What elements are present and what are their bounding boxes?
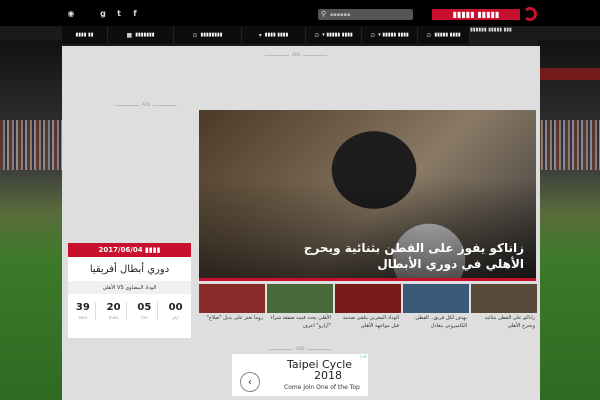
search-box: ⚲: [318, 9, 413, 20]
timer-hours: 05 hrs: [132, 302, 158, 320]
thumbnail-caption: روما تعثر على بديل "صلاح": [206, 315, 263, 321]
social-links: ◉ g t f: [63, 7, 143, 19]
ad-subtext: Come Join One of the Top: [284, 384, 360, 391]
nav-label: ▮▮▮▮ ▮▮: [75, 32, 94, 38]
nav-label: ▾ ▮▮▮▮▮ ▮▮▮▮: [378, 32, 409, 38]
nav-label: ▮▮▮▮▮▮▮▮: [200, 32, 223, 38]
thumbnail-item[interactable]: الأهلي يحدد قيمة صفقة شراء "أزارو" اعرف: [267, 284, 333, 334]
site-logo[interactable]: ▮▮▮▮▮ ▮▮▮▮▮: [432, 5, 537, 25]
search-icon[interactable]: ⚲: [321, 10, 326, 18]
apple-icon[interactable]: [79, 7, 95, 19]
nav-item-5[interactable]: ⊙ ▾ ▮▮▮▮▮ ▮▮▮▮: [306, 26, 362, 44]
timer-days: 00 أيام: [168, 302, 183, 320]
countdown-match: الأهلي VS الوداد البيضاوي: [68, 281, 191, 294]
google-plus-icon[interactable]: g: [95, 7, 111, 19]
clock-icon: ⊙: [192, 31, 198, 39]
ad-label-middle: ADS: [112, 102, 180, 107]
bottom-ad-banner[interactable]: ▷✕ ‹ Taipei Cycle 2018 Come Join One of …: [232, 354, 368, 396]
twitter-icon[interactable]: t: [111, 7, 127, 19]
thumbnail-item[interactable]: الوداد المغربي يتلقى صدمة قبل مواجهة الأ…: [335, 284, 401, 334]
clock-icon: ⊙: [314, 31, 320, 39]
timer-seconds: 39 secs: [70, 302, 97, 320]
hero-title[interactable]: زاناكو يفوز على القطن بثنائية ويحرج الأه…: [264, 240, 524, 272]
logo-text: ▮▮▮▮▮ ▮▮▮▮▮: [432, 9, 520, 20]
thumbnail-image: [335, 284, 401, 313]
hero-slider[interactable]: زاناكو يفوز على القطن بثنائية ويحرج الأه…: [199, 110, 536, 280]
nav-item-7[interactable]: ⊙ ▮▮▮▮▮ ▮▮▮▮: [418, 26, 470, 44]
thumbnail-caption: زاناكو على القطن بثنائية ويحرج الأهلي: [484, 315, 535, 329]
ad-label-top: ADS: [262, 52, 330, 57]
facebook-icon[interactable]: f: [127, 7, 143, 19]
thumbnail-caption: الأهلي يحدد قيمة صفقة شراء "أزارو" اعرف: [270, 315, 331, 329]
chevron-down-icon: ▾: [258, 31, 262, 39]
thumbnail-strip: روما تعثر على بديل "صلاح" الأهلي يحدد قي…: [199, 284, 537, 334]
nav-item-2[interactable]: ■ ▮▮▮▮▮▮▮: [108, 26, 174, 44]
background-stadium-right: [538, 40, 600, 400]
thumbnail-item[interactable]: بهدف لكل فريق.. القطن الكاميروني يتعادل: [403, 284, 469, 334]
ad-year: 2018: [314, 369, 342, 382]
match-countdown: 2017/06/04 ▮▮▮▮ دوري أبطال أفريقيا الأهل…: [68, 243, 191, 338]
thumbnail-image: [267, 284, 333, 313]
countdown-title[interactable]: دوري أبطال أفريقيا: [68, 257, 191, 281]
timer-minutes: 20 mins: [101, 302, 128, 320]
countdown-timer: 39 secs 20 mins 05 hrs 00 أيام: [68, 294, 191, 320]
thumbnail-item[interactable]: روما تعثر على بديل "صلاح": [199, 284, 265, 334]
clock-icon: ⊙: [370, 31, 376, 39]
thumbnail-caption: الوداد المغربي يتلقى صدمة قبل مواجهة الأ…: [342, 315, 399, 329]
stadium-red-band: [538, 68, 600, 80]
thumbnail-image: [471, 284, 537, 313]
ad-choices-icon[interactable]: ▷✕: [361, 354, 367, 359]
nav-item-3[interactable]: ⊙ ▮▮▮▮▮▮▮▮: [174, 26, 242, 44]
clock-icon: ⊙: [426, 31, 432, 39]
nav-label: ▮▮▮▮▮▮▮: [135, 32, 155, 38]
thumbnail-image: [403, 284, 469, 313]
ad-label-bottom: ADS: [266, 346, 334, 351]
chevron-left-icon[interactable]: ‹: [240, 372, 260, 392]
main-nav: ▮▮▮▮ ▮▮ ■ ▮▮▮▮▮▮▮ ⊙ ▮▮▮▮▮▮▮▮ ▾ ▮▮▮▮ ▮▮▮▮ ⊙ ▾…: [62, 26, 538, 44]
nav-item-1[interactable]: ▮▮▮▮ ▮▮: [62, 26, 108, 44]
thumbnail-item[interactable]: زاناكو على القطن بثنائية ويحرج الأهلي: [471, 284, 537, 334]
nav-label: ▾ ▮▮▮▮▮ ▮▮▮▮: [322, 32, 353, 38]
site-header: ◉ g t f ⚲ ▮▮▮▮▮ ▮▮▮▮▮: [0, 0, 600, 26]
search-input[interactable]: [330, 10, 410, 19]
rss-icon[interactable]: ◉: [63, 7, 79, 19]
nav-item-4[interactable]: ▾ ▮▮▮▮ ▮▮▮▮: [242, 26, 306, 44]
background-stadium-left: [0, 40, 62, 400]
video-icon: ■: [126, 31, 133, 39]
logo-crescent-icon: [523, 7, 537, 21]
hero-progress-bar: [199, 278, 536, 281]
nav-label: ▮▮▮▮ ▮▮▮▮: [264, 32, 289, 38]
nav-item-6[interactable]: ⊙ ▾ ▮▮▮▮▮ ▮▮▮▮: [362, 26, 418, 44]
countdown-date: 2017/06/04 ▮▮▮▮: [68, 243, 191, 257]
nav-label: ▮▮▮▮▮ ▮▮▮▮: [434, 32, 461, 38]
thumbnail-caption: بهدف لكل فريق.. القطن الكاميروني يتعادل: [415, 315, 467, 329]
thumbnail-image: [199, 284, 265, 313]
